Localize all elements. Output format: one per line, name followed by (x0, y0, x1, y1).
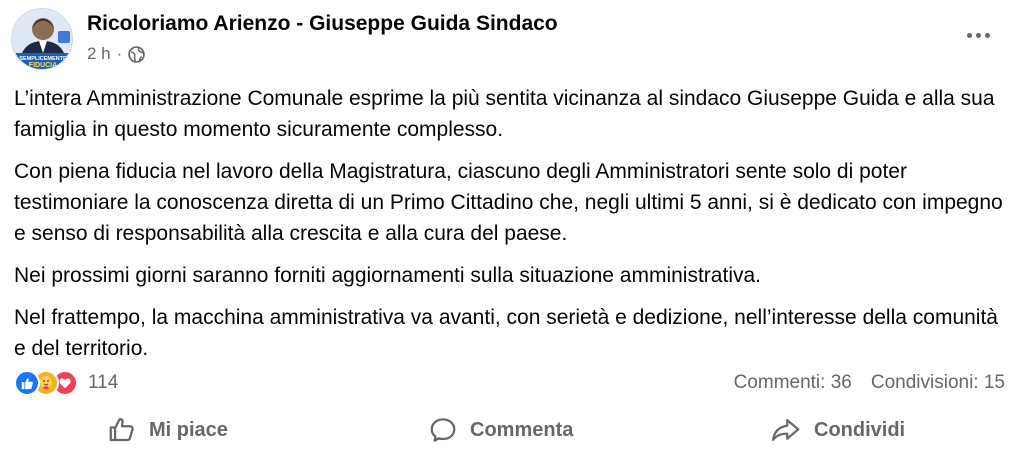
post-paragraph: Nel frattempo, la macchina amministrativ… (14, 306, 998, 360)
post-timestamp[interactable]: 2 h (87, 44, 111, 64)
globe-icon[interactable] (128, 45, 146, 63)
engagement-stats: Commenti: 36 Condivisioni: 15 (734, 372, 1005, 394)
comment-button-label: Commenta (470, 418, 574, 441)
post-meta: 2 h · (87, 44, 146, 64)
shares-count-link[interactable]: Condivisioni: 15 (871, 372, 1005, 394)
page-name-link[interactable]: Ricoloriamo Arienzo - Giuseppe Guida Sin… (87, 12, 558, 36)
reaction-count: 114 (88, 372, 119, 393)
comment-button[interactable]: Commenta (428, 405, 573, 455)
page-avatar[interactable]: SEMPLICEMENTE FIDUCIA (11, 8, 73, 70)
share-arrow-icon (771, 419, 800, 441)
post-text: L’intera Amministrazione Comunale esprim… (14, 83, 1014, 375)
comment-bubble-icon (430, 418, 456, 442)
post-paragraph: Nei prossimi giorni saranno forniti aggi… (14, 264, 761, 287)
avatar-image: SEMPLICEMENTE FIDUCIA (12, 9, 72, 69)
share-button-label: Condividi (814, 418, 906, 441)
post-paragraph: Con piena fiducia nel lavoro della Magis… (14, 160, 1003, 245)
like-button-label: Mi piace (149, 418, 228, 441)
more-options-icon[interactable] (960, 22, 996, 48)
like-button[interactable]: Mi piace (107, 405, 228, 455)
post-paragraph: L’intera Amministrazione Comunale esprim… (14, 87, 995, 141)
post-action-bar: Mi piace Commenta Condividi (0, 405, 1024, 455)
share-button[interactable]: Condividi (770, 405, 905, 455)
meta-separator: · (116, 44, 123, 63)
facebook-post: SEMPLICEMENTE FIDUCIA Ricoloriamo Arienz… (0, 0, 1024, 459)
thumbs-up-icon (109, 418, 134, 442)
comments-count-link[interactable]: Commenti: 36 (734, 372, 852, 394)
reactions-summary[interactable]: 114 (14, 370, 118, 396)
avatar-banner-bottom: FIDUCIA (29, 62, 57, 69)
like-icon (14, 370, 40, 396)
